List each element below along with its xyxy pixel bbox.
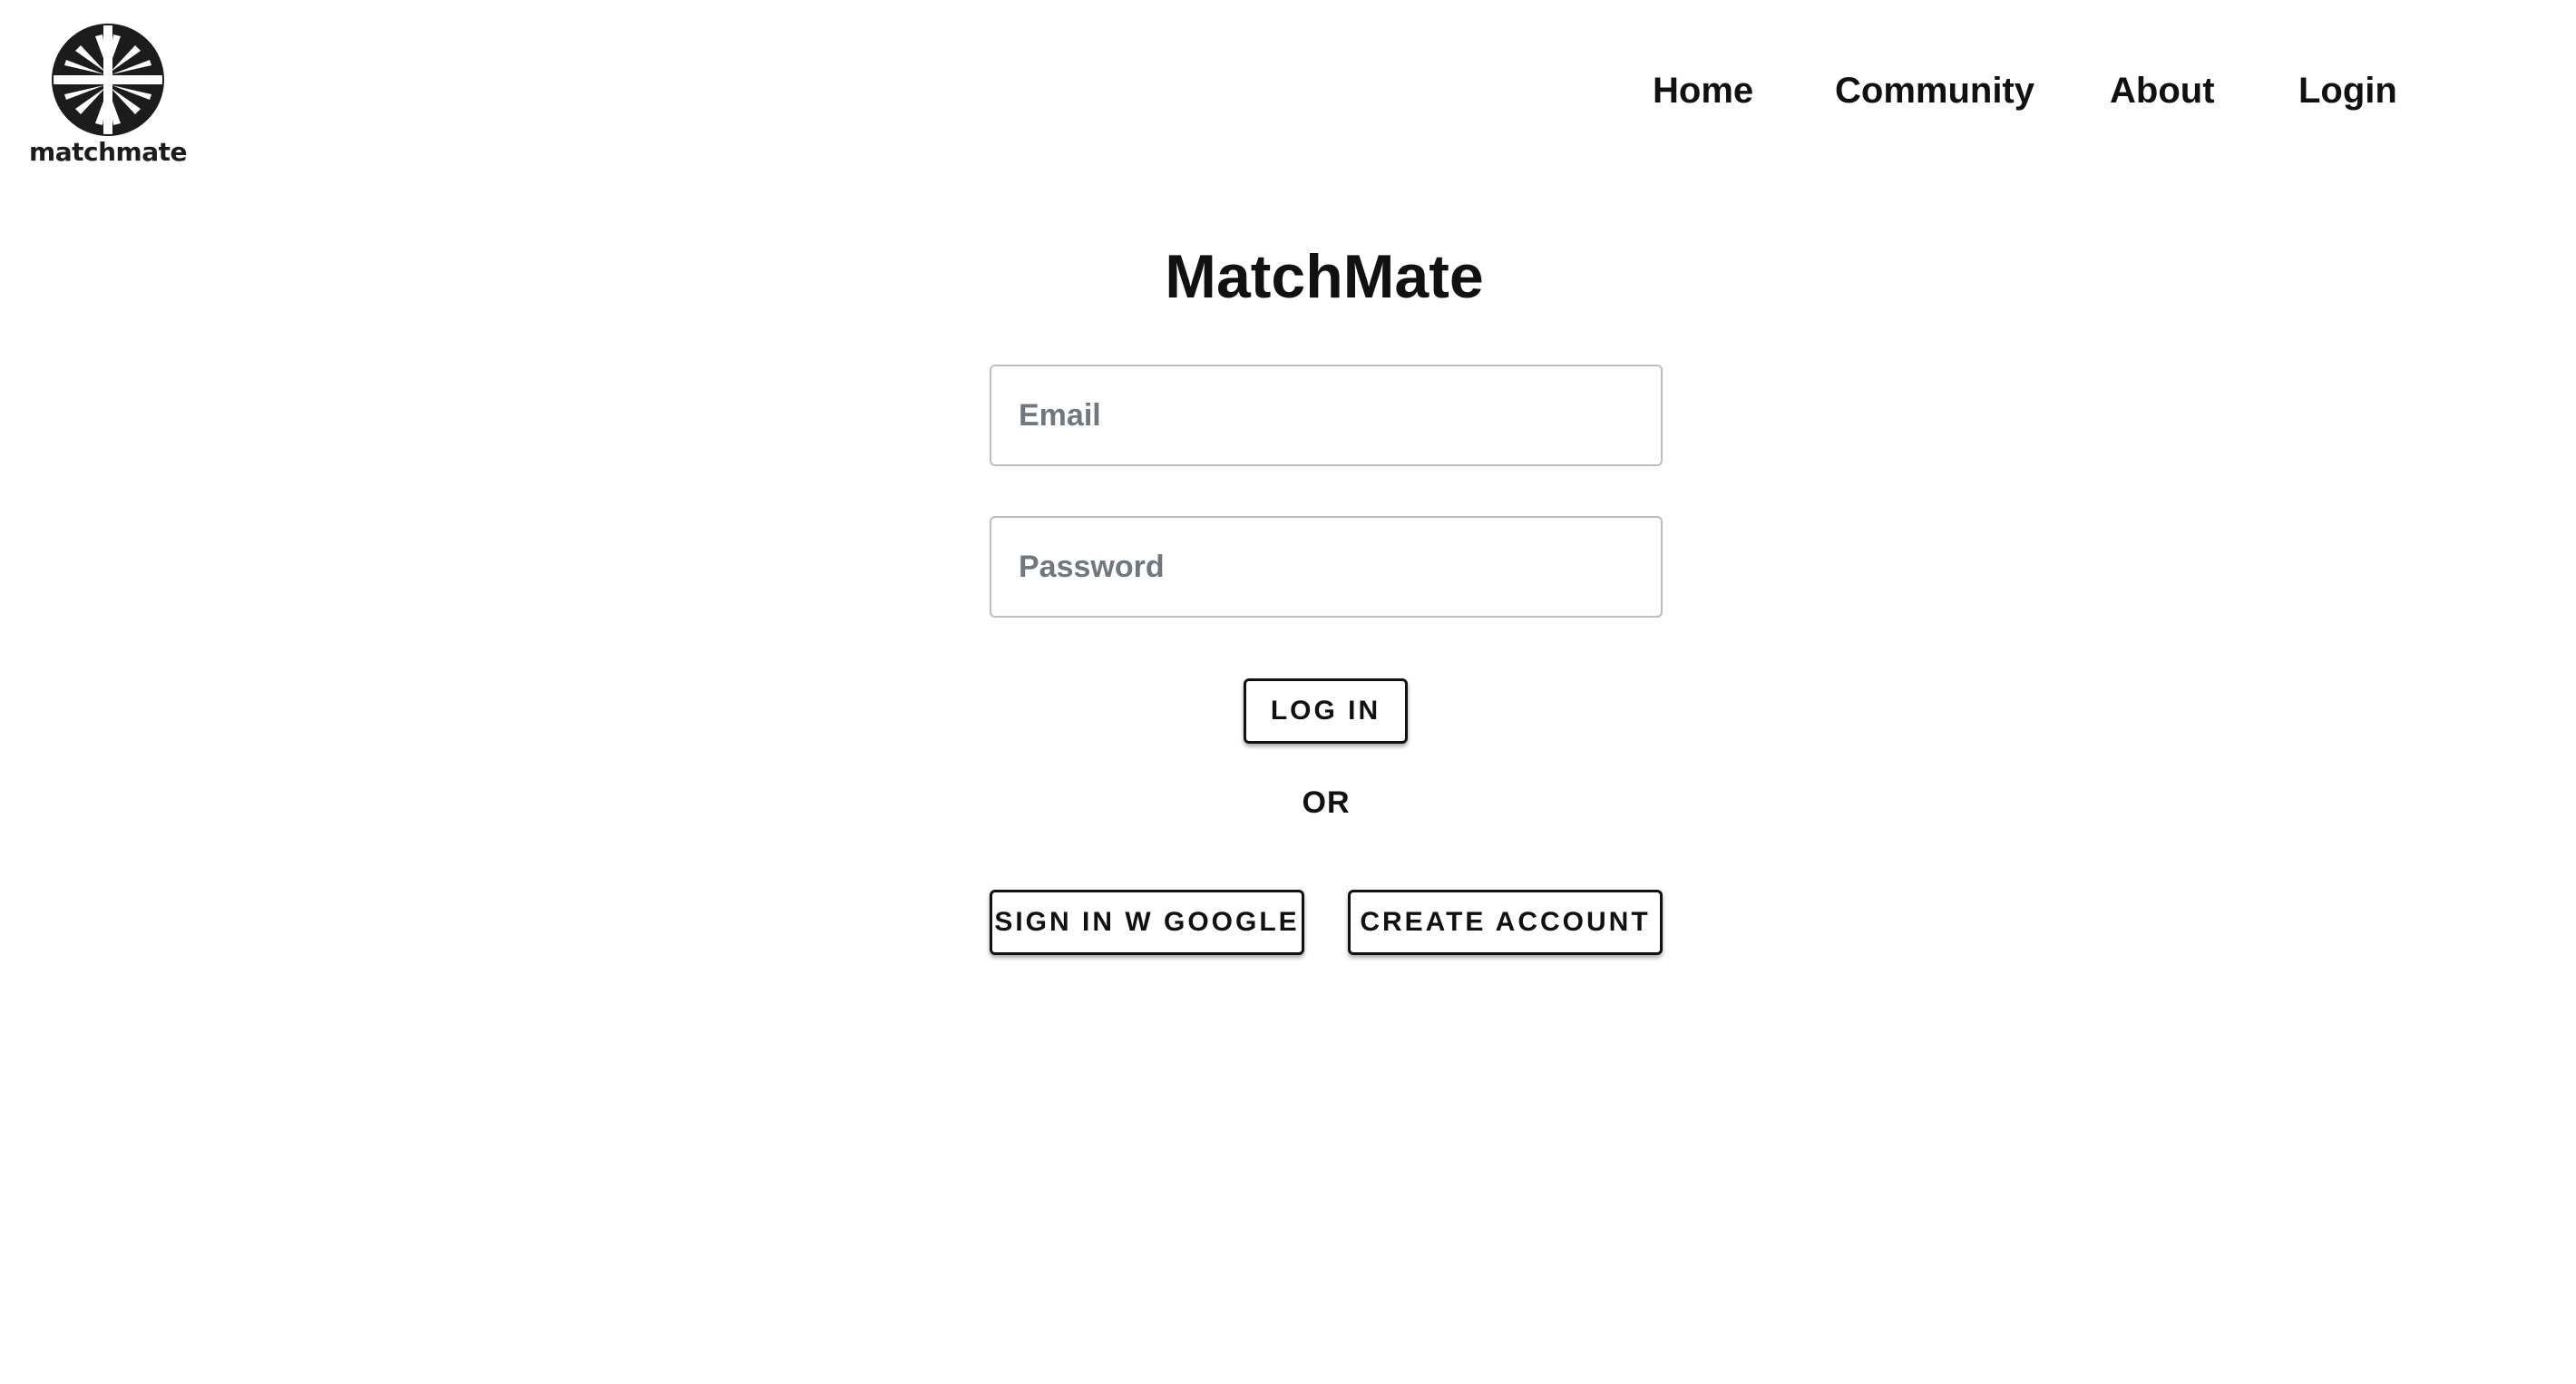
- site-header: matchmate Home Community About Login: [0, 0, 2576, 181]
- main-nav: Home Community About Login: [0, 65, 2576, 116]
- log-in-button[interactable]: LOG IN: [1244, 678, 1408, 744]
- sign-in-google-button[interactable]: SIGN IN W GOOGLE: [990, 890, 1304, 955]
- nav-login-link[interactable]: Login: [2298, 65, 2397, 116]
- password-field[interactable]: [990, 516, 1663, 618]
- email-field[interactable]: [990, 365, 1663, 466]
- page-title: MatchMate: [1165, 242, 1484, 311]
- create-account-button[interactable]: CREATE ACCOUNT: [1348, 890, 1663, 955]
- or-separator: OR: [1302, 785, 1351, 820]
- nav-about-link[interactable]: About: [2110, 65, 2215, 116]
- logo-text: matchmate: [29, 137, 187, 167]
- nav-home-link[interactable]: Home: [1653, 65, 1753, 116]
- nav-community-link[interactable]: Community: [1835, 65, 2034, 116]
